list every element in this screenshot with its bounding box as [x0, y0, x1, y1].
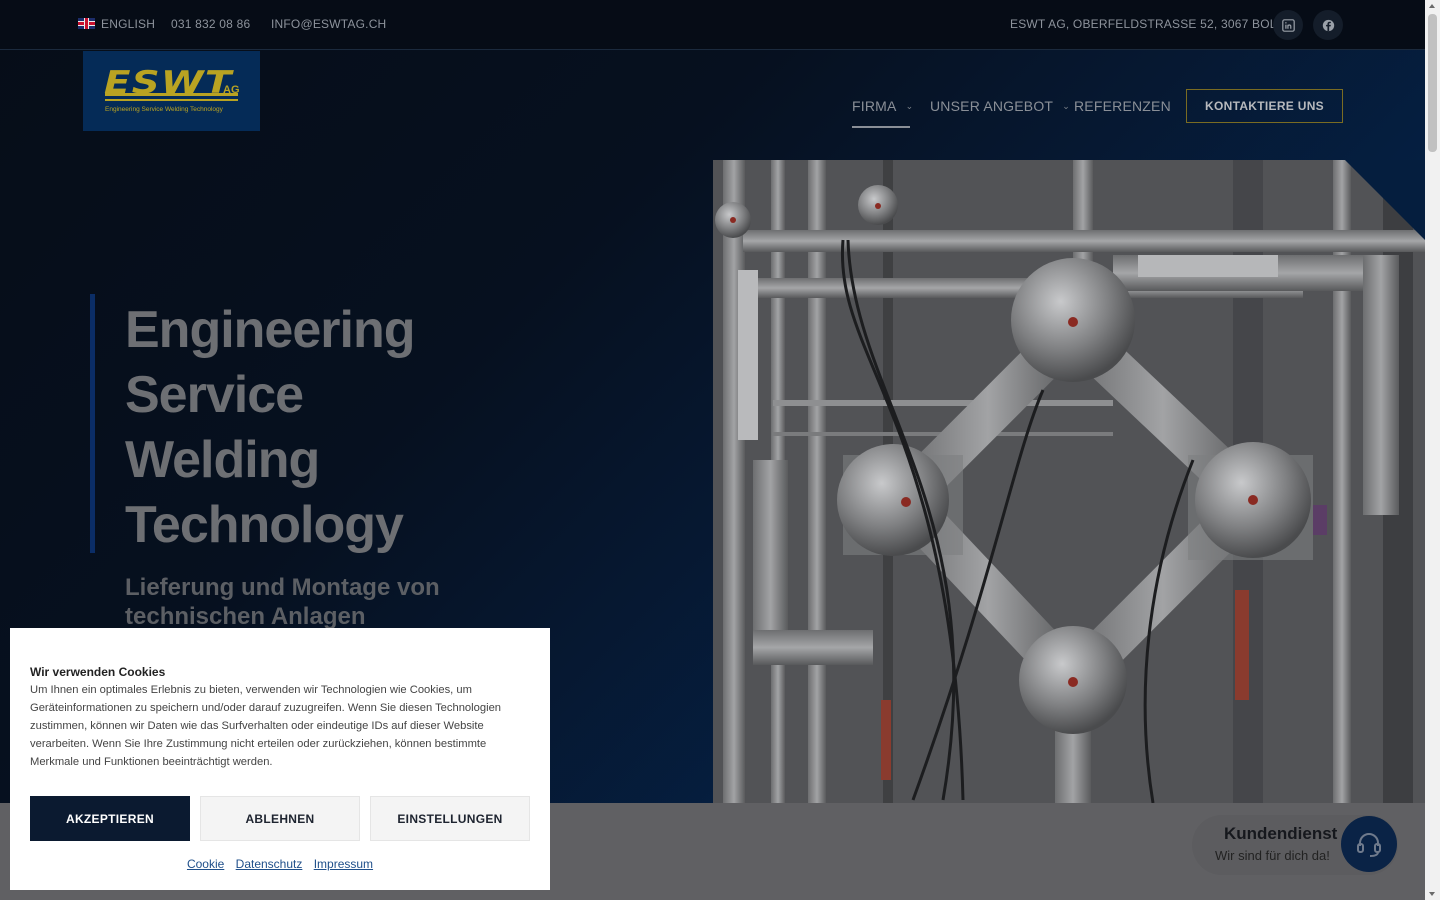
- chevron-down-icon: ⌄: [905, 100, 914, 111]
- headset-icon[interactable]: [1341, 816, 1397, 872]
- site-logo[interactable]: ESWT AG Engineering Service Welding Tech…: [83, 51, 260, 131]
- top-bar: ENGLISH 031 832 08 86 INFO@ESWTAG.CH ESW…: [0, 0, 1425, 50]
- cookie-body: Um Ihnen ein optimales Erlebnis zu biete…: [30, 684, 502, 768]
- chevron-down-icon: ⌄: [1062, 100, 1070, 111]
- image-corner-cut: [1345, 160, 1425, 240]
- hero-subtitle: Lieferung und Montage von technischen An…: [125, 574, 440, 630]
- decline-button[interactable]: ABLEHNEN: [200, 796, 360, 841]
- support-subtitle: Wir sind für dich da!: [1215, 848, 1330, 863]
- language-switcher[interactable]: ENGLISH: [101, 17, 155, 31]
- privacy-link[interactable]: Datenschutz: [236, 857, 303, 871]
- nav-label: REFERENZEN: [1074, 98, 1171, 114]
- hero-accent-bar: [90, 294, 95, 553]
- settings-button[interactable]: EINSTELLUNGEN: [370, 796, 530, 841]
- nav-active-indicator: [852, 126, 910, 128]
- cookie-title: Wir verwenden Cookies: [30, 665, 166, 679]
- nav-item-firma[interactable]: FIRMA ⌄: [852, 98, 913, 114]
- cookie-link[interactable]: Cookie: [187, 857, 224, 871]
- phone-link[interactable]: 031 832 08 86: [171, 17, 250, 31]
- facebook-icon[interactable]: [1313, 10, 1343, 40]
- email-link[interactable]: INFO@ESWTAG.CH: [271, 17, 386, 31]
- pipework-illustration: [713, 160, 1425, 803]
- hero-title-text: Engineering Service Welding Technology: [125, 301, 415, 554]
- cookie-links: Cookie Datenschutz Impressum: [10, 857, 550, 871]
- scrollbar-thumb[interactable]: [1428, 14, 1437, 152]
- contact-button[interactable]: KONTAKTIERE UNS: [1186, 89, 1343, 123]
- scroll-down-arrow-icon[interactable]: [1429, 892, 1435, 896]
- logo-tagline: Engineering Service Welding Technology: [105, 106, 223, 113]
- nav-label: FIRMA: [852, 98, 897, 114]
- logo-rule: [105, 93, 238, 96]
- support-title: Kundendienst: [1224, 824, 1338, 843]
- nav-item-referenzen[interactable]: REFERENZEN: [1074, 98, 1171, 114]
- nav-item-unser-angebot[interactable]: UNSER ANGEBOT ⌄: [930, 98, 1070, 114]
- accept-button[interactable]: AKZEPTIEREN: [30, 796, 190, 841]
- hero-image-pipes: [713, 160, 1425, 803]
- scroll-up-arrow-icon[interactable]: [1429, 4, 1435, 8]
- imprint-link[interactable]: Impressum: [314, 857, 373, 871]
- uk-flag-icon[interactable]: [78, 18, 95, 29]
- linkedin-icon[interactable]: [1273, 10, 1303, 40]
- cookie-banner: Wir verwenden Cookies Um Ihnen ein optim…: [10, 628, 550, 890]
- nav-label: UNSER ANGEBOT: [930, 98, 1054, 114]
- address-text: ESWT AG, OBERFELDSTRASSE 52, 3067 BOLL: [1010, 17, 1284, 31]
- page-scrollbar[interactable]: [1425, 0, 1440, 900]
- hero-title: Engineering Service Welding Technology: [125, 298, 465, 558]
- support-widget[interactable]: Kundendienst Wir sind für dich da!: [1192, 815, 1398, 875]
- logo-rule: [105, 99, 238, 101]
- page: ENGLISH 031 832 08 86 INFO@ESWTAG.CH ESW…: [0, 0, 1425, 900]
